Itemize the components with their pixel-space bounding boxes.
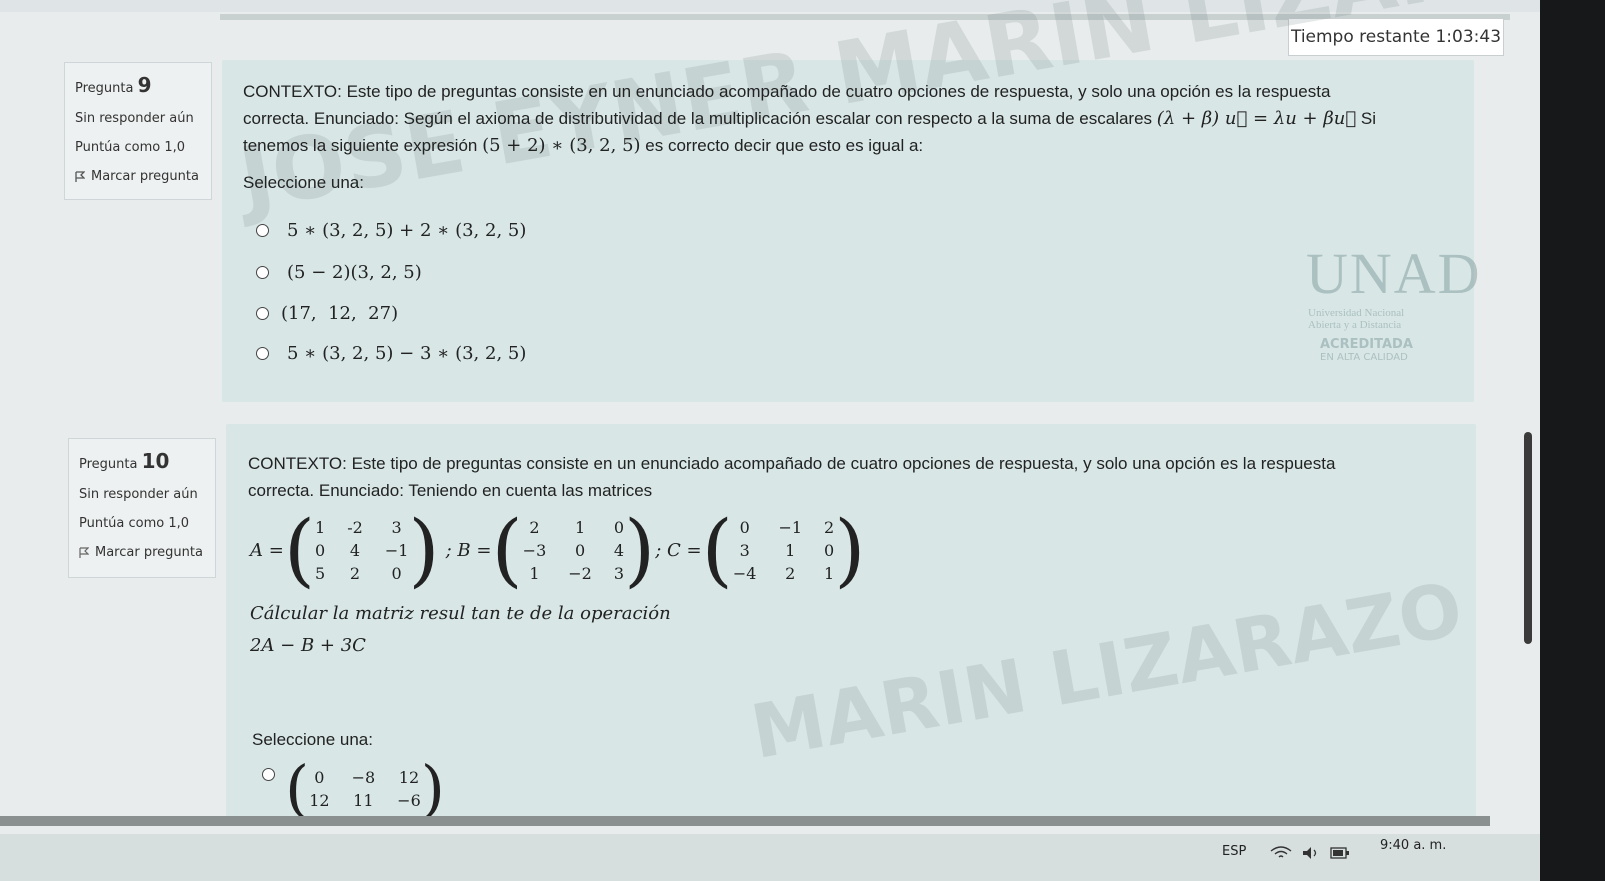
matrices-row: A = ( 1 -2 3 0 4 −1 520 ) ; B = ( 210 −3 0 4 1…: [250, 510, 865, 590]
horizontal-scrollbar[interactable]: [0, 816, 1490, 826]
select-one-prompt: Seleccione una:: [243, 173, 364, 192]
time-remaining-box: Tiempo restante 1:03:43: [1288, 18, 1504, 56]
wifi-icon[interactable]: [1270, 846, 1292, 860]
battery-icon[interactable]: [1330, 847, 1350, 859]
q9-option-2[interactable]: (5 − 2)(3, 2, 5): [256, 262, 422, 283]
question-10-text: CONTEXTO: Este tipo de preguntas consist…: [248, 454, 1336, 500]
q9-option-4[interactable]: 5 ∗ (3, 2, 5) − 3 ∗ (3, 2, 5): [256, 343, 526, 364]
instruction-text: Cálcular la matriz resul tan te de la op…: [250, 603, 671, 624]
matrix-a: ( 1 -2 3 0 4 −1 520 ): [283, 503, 440, 596]
q9-option-3[interactable]: (17, 12, 27): [256, 303, 398, 324]
question-9-info: Pregunta 9 Sin responder aún Puntúa como…: [64, 62, 212, 200]
distributivity-formula: (λ + β) u⃗ = λu + βu⃗: [1156, 108, 1357, 129]
q10-option-1[interactable]: ( 0 −8 12 12 11 −6 ): [262, 758, 445, 820]
radio-button[interactable]: [256, 307, 269, 320]
option-matrix: ( 0 −8 12 12 11 −6 ): [285, 752, 445, 825]
question-9-text: CONTEXTO: Este tipo de preguntas consist…: [243, 78, 1473, 196]
question-number: Pregunta 9: [75, 73, 152, 97]
vertical-scrollbar[interactable]: [1524, 432, 1532, 644]
q9-option-1[interactable]: 5 ∗ (3, 2, 5) + 2 ∗ (3, 2, 5): [256, 220, 526, 241]
taskbar: ESP 9:40 a. m.: [0, 834, 1540, 881]
question-score: Puntúa como 1,0: [79, 516, 190, 531]
flag-icon: [75, 170, 85, 182]
matrix-a-label: A =: [250, 539, 284, 561]
flag-question-button[interactable]: Marcar pregunta: [79, 545, 205, 560]
question-10-info: Pregunta 10 Sin responder aún Puntúa com…: [68, 438, 216, 578]
window-top-strip: [0, 0, 1605, 12]
time-remaining-label: Tiempo restante: [1290, 27, 1431, 47]
radio-button[interactable]: [256, 224, 269, 237]
expression-formula: (5 + 2) ∗ (3, 2, 5): [482, 135, 641, 156]
radio-button[interactable]: [256, 266, 269, 279]
question-number: Pregunta 10: [79, 449, 170, 473]
select-one-prompt: Seleccione una:: [252, 730, 373, 749]
matrix-b-label: ; B =: [445, 539, 492, 561]
matrix-c: ( 0 −1 2 310 −4 2 1 ): [701, 503, 866, 596]
radio-button[interactable]: [262, 768, 275, 781]
question-score: Puntúa como 1,0: [75, 140, 186, 155]
radio-button[interactable]: [256, 347, 269, 360]
matrix-c-label: ; C =: [655, 539, 702, 561]
question-status: Sin responder aún: [75, 111, 194, 126]
matrix-b: ( 210 −3 0 4 1 −2 3 ): [491, 503, 656, 596]
clock[interactable]: 9:40 a. m.: [1380, 838, 1446, 853]
flag-icon: [79, 546, 89, 558]
question-status: Sin responder aún: [79, 487, 198, 502]
operation-text: 2A − B + 3C: [250, 635, 366, 656]
flag-question-button[interactable]: Marcar pregunta: [75, 169, 201, 184]
language-indicator[interactable]: ESP: [1222, 844, 1246, 859]
time-remaining-value: 1:03:43: [1435, 27, 1502, 47]
volume-icon[interactable]: [1302, 846, 1320, 860]
screen-edge: [1540, 0, 1605, 881]
unad-logo: UNAD Universidad Nacional Abierta y a Di…: [1306, 241, 1482, 363]
